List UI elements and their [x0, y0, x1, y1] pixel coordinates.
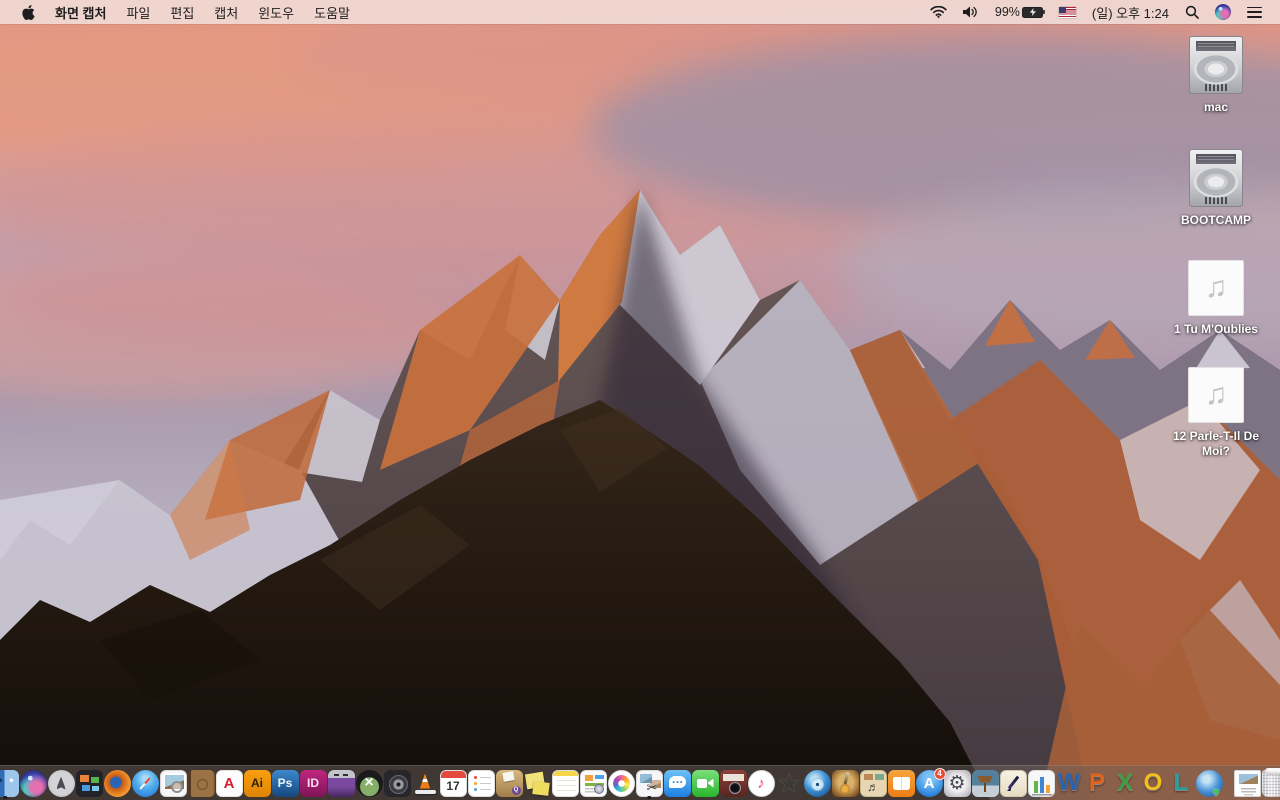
- dvd-player-dock-icon[interactable]: [803, 766, 831, 800]
- menu-item[interactable]: 파일: [116, 0, 160, 24]
- photo-booth-dock-icon[interactable]: [719, 766, 747, 800]
- facetime-dock-icon[interactable]: [691, 766, 719, 800]
- music-file-icon-2[interactable]: 12 Parle-T-Il De Moi?: [1164, 367, 1268, 459]
- powerpoint-dock-icon[interactable]: P: [1083, 766, 1111, 800]
- launchpad-dock-icon[interactable]: [47, 766, 75, 800]
- excel-dock-icon[interactable]: X: [1111, 766, 1139, 800]
- file-icon-label: BOOTCAMP: [1181, 213, 1251, 227]
- active-app-menu[interactable]: 화면 캡처: [45, 3, 116, 22]
- toast-dock-icon[interactable]: [327, 766, 355, 800]
- bootcamp-drive-icon[interactable]: BOOTCAMP: [1164, 149, 1268, 228]
- spotlight-search-icon[interactable]: [1177, 0, 1207, 24]
- word-dock-icon[interactable]: W: [1055, 766, 1083, 800]
- stickies-dock-icon[interactable]: [523, 766, 551, 800]
- file-icon-graphic: [1188, 260, 1244, 316]
- image-viewer-dock-icon[interactable]: ×: [355, 766, 383, 800]
- safari-dock-icon[interactable]: [131, 766, 159, 800]
- menu-item[interactable]: 도움말: [304, 0, 360, 24]
- mission-control-dock-icon[interactable]: [75, 766, 103, 800]
- illustrator-dock-icon[interactable]: Ai: [243, 766, 271, 800]
- vlc-dock-icon[interactable]: [411, 766, 439, 800]
- notes-dock-icon[interactable]: [551, 766, 579, 800]
- journal-book-dock-icon[interactable]: [187, 766, 215, 800]
- file-icon-graphic: [1189, 36, 1243, 94]
- messages-dock-icon[interactable]: [663, 766, 691, 800]
- pages-dock-icon[interactable]: [999, 766, 1027, 800]
- file-icon-label: 1 Tu M'Oublies: [1174, 322, 1258, 336]
- grab-screen-capture-dock-icon[interactable]: ✂: [635, 766, 663, 800]
- file-icon-graphic: [1189, 149, 1243, 207]
- ibooks-dock-icon[interactable]: [887, 766, 915, 800]
- menubar-clock[interactable]: (일) 오후 1:24: [1084, 3, 1177, 22]
- itunes-dock-icon[interactable]: ♪: [747, 766, 775, 800]
- finder-dock-icon[interactable]: [0, 766, 19, 800]
- imovie-dock-icon[interactable]: ★: [775, 766, 803, 800]
- download-globe-dock-icon[interactable]: [1195, 766, 1223, 800]
- indesign-dock-icon[interactable]: ID: [299, 766, 327, 800]
- mac-drive-icon[interactable]: mac: [1164, 36, 1268, 115]
- menu-item[interactable]: 편집: [160, 0, 204, 24]
- menu-bar: 화면 캡처 파일 편집 캡처 윈도우 도움말 99% (일) 오후 1:24: [0, 0, 1280, 24]
- reminders-dock-icon[interactable]: [467, 766, 495, 800]
- photoshop-dock-icon[interactable]: Ps: [271, 766, 299, 800]
- dock: A Ai Ps ID × 17 Q ✂ … ♪ ★ ♬ A 4 ⚙ W P X …: [0, 765, 1280, 800]
- app-store-dock-icon[interactable]: A4: [915, 766, 946, 800]
- battery-charging-icon: [1021, 6, 1045, 18]
- battery-percent-label: 99%: [994, 5, 1020, 19]
- menu-item[interactable]: 윈도우: [248, 0, 304, 24]
- desktop-icon-column: mac BOOTCAMP 1 Tu M'Oublies 12 Parle-T-I…: [1164, 36, 1268, 489]
- calendar-dock-icon[interactable]: 17: [439, 766, 467, 800]
- lync-dock-icon[interactable]: L: [1167, 766, 1195, 800]
- document-dock-icon[interactable]: [1233, 766, 1261, 800]
- sheet-music-dock-icon[interactable]: ♬: [859, 766, 887, 800]
- outlook-dock-icon[interactable]: O: [1139, 766, 1167, 800]
- system-preferences-dock-icon[interactable]: ⚙: [943, 766, 971, 800]
- layout-doc-dock-icon[interactable]: [579, 766, 607, 800]
- apple-menu-icon[interactable]: [12, 0, 45, 24]
- input-source-flag[interactable]: [1051, 0, 1084, 24]
- acrobat-reader-dock-icon[interactable]: A: [215, 766, 243, 800]
- film-reel-dock-icon[interactable]: [383, 766, 411, 800]
- siri-menubar-icon[interactable]: [1207, 0, 1239, 24]
- photos-dock-icon[interactable]: [607, 766, 635, 800]
- dock-extras: [1233, 766, 1280, 800]
- preview-dock-icon[interactable]: [159, 766, 187, 800]
- garageband-dock-icon[interactable]: [831, 766, 859, 800]
- file-icon-label: mac: [1203, 100, 1229, 114]
- numbers-dock-icon[interactable]: [1027, 766, 1055, 800]
- firefox-dock-icon[interactable]: [103, 766, 131, 800]
- volume-icon[interactable]: [955, 0, 987, 24]
- dock-apps: A Ai Ps ID × 17 Q ✂ … ♪ ★ ♬ A 4 ⚙ W P X …: [0, 766, 1223, 800]
- music-file-icon-1[interactable]: 1 Tu M'Oublies: [1164, 260, 1268, 337]
- menu-item[interactable]: 캡처: [204, 0, 248, 24]
- us-flag-icon: [1058, 6, 1076, 18]
- desktop-wallpaper: [0, 0, 1280, 800]
- menubar-menus: 파일 편집 캡처 윈도우 도움말: [116, 0, 360, 24]
- file-icon-graphic: [1188, 367, 1244, 423]
- battery-status[interactable]: 99%: [987, 0, 1051, 24]
- wifi-icon[interactable]: [922, 0, 955, 24]
- trash-dock-icon[interactable]: [1261, 766, 1280, 800]
- siri-dock-icon[interactable]: [19, 766, 47, 800]
- drop-box-dock-icon[interactable]: [495, 766, 523, 800]
- keynote-dock-icon[interactable]: [971, 766, 999, 800]
- notification-badge: 4: [933, 767, 946, 780]
- notification-center-icon[interactable]: [1239, 0, 1270, 24]
- file-icon-label: 12 Parle-T-Il De Moi?: [1172, 429, 1260, 458]
